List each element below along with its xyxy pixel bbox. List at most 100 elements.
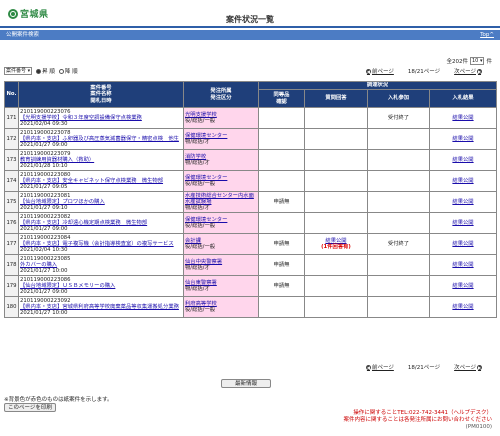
bid-cell — [367, 296, 430, 318]
org-link[interactable]: 保健環境センター — [185, 217, 227, 223]
sort-select-value: 案件番号 — [6, 68, 27, 74]
page-indicator: 18/21ページ — [407, 69, 441, 75]
org-link[interactable]: 保健環境センター — [185, 175, 227, 181]
order-category: 物/総括/才 — [185, 265, 210, 271]
latest-info-button[interactable]: 最新情報 — [221, 379, 271, 388]
reply-cell: 申請無 — [258, 233, 305, 255]
row-number: 173 — [4, 149, 19, 171]
result-link[interactable]: 結果公開 — [452, 178, 473, 184]
bid-cell — [367, 212, 430, 234]
result-cell: 結果公開 — [428, 212, 498, 234]
org-cell: 利府高等学校 役/総括/一般 — [183, 296, 259, 318]
org-cell: 保健環境センター 物/総括/才 — [183, 128, 259, 150]
case-name-link[interactable]: 教育訓練用資器材購入（救助） — [20, 157, 94, 163]
next-label: 次ページ — [454, 365, 476, 371]
org-link[interactable]: 水産技術総合センター内水面水産試験場 — [185, 193, 254, 205]
question-cell — [304, 191, 368, 213]
question-cell — [304, 212, 368, 234]
sort-select[interactable]: 案件番号 ▾ — [4, 67, 33, 75]
col-bid: 入札参加 — [367, 89, 430, 108]
print-button[interactable]: このページを印刷 — [4, 403, 56, 412]
page-title: 案件状況一覧 — [226, 15, 274, 24]
result-link[interactable]: 結果公開 — [452, 283, 473, 289]
row-number: 171 — [4, 107, 19, 129]
order-category: 役/総括/一般 — [185, 223, 216, 229]
reply-cell — [258, 212, 305, 234]
opening-date: 2021/01/27 09:00 — [20, 289, 68, 296]
order-category: 物/総括/才 — [185, 139, 210, 145]
reply-cell: 申請無 — [258, 275, 305, 297]
bid-cell: 受付終了 — [367, 233, 430, 255]
case-name-link[interactable]: 【県内本・支店】ふ卵器及び高圧蒸気滅菌器保守・精密点検 他生 — [20, 136, 179, 142]
reply-cell — [258, 170, 305, 192]
page-indicator: 18/21ページ — [407, 365, 441, 371]
case-name-link[interactable]: 【県内本・支店】電子複写機（会計指導検査室）の複写サービス — [20, 241, 174, 247]
sort-desc-radio[interactable]: 降 順 — [58, 67, 78, 75]
case-name-link[interactable]: 【仙台地域限定】ＵＳＢメモリーの購入 — [20, 283, 115, 289]
contact-info: 操作に関することTEL:022-742-3441（ヘルプデスク） 案件内容に関す… — [343, 410, 492, 431]
case-name-link[interactable]: 【県内本・支店】安全キャビネット保守点検業務 微生物部 — [20, 178, 163, 184]
result-link[interactable]: 結果公開 — [452, 157, 473, 163]
result-link[interactable]: 結果公開 — [452, 304, 473, 310]
case-name-link[interactable]: 【県内本・支店】冷却遠心機定期点検業務 微生物部 — [20, 220, 147, 226]
col-question: 質問回答 — [304, 89, 368, 108]
contact-helpdesk: 操作に関することTEL:022-742-3441（ヘルプデスク） — [353, 410, 492, 416]
per-page-select[interactable]: 10 ▾ — [470, 57, 485, 65]
case-cell: 210119000223092 【県内本・支店】宮城県利府高等学校廃棄薬品等収集運… — [18, 296, 184, 318]
org-cell: 仙台中央警察署 物/総括/才 — [183, 254, 259, 276]
opening-date: 2021/01/27 10:00 — [20, 310, 68, 317]
result-cell: 結果公開 — [428, 275, 498, 297]
org-cell: 保健環境センター 役/総括/一般 — [183, 212, 259, 234]
top-link[interactable]: Top^ — [480, 30, 494, 40]
pager-top: ◀ 前ページ 18/21ページ 次ページ ▶ — [365, 67, 482, 75]
case-name-link[interactable]: 【光明支援学校】令和３年度空調設備保守点検業務 — [20, 115, 142, 121]
bid-cell — [367, 254, 430, 276]
col-org: 発注所属 発注区分 — [183, 81, 259, 108]
table-row: 175 210119000223081 【仙台地域限定】プロワほかの購入 2021/0… — [4, 191, 498, 213]
per-page-value: 10 — [472, 58, 479, 64]
org-cell: 会計課 役/総括/一般 — [183, 233, 259, 255]
section-bar: 公開案件検索 Top^ — [0, 30, 500, 40]
org-link[interactable]: 利府高等学校 — [185, 301, 217, 307]
org-link[interactable]: 保健環境センター — [185, 133, 227, 139]
result-link[interactable]: 結果公開 — [452, 220, 473, 226]
result-link[interactable]: 結果公開 — [452, 136, 473, 142]
next-arrow-icon: ▶ — [477, 364, 482, 370]
order-category: 物/総括/才 — [185, 286, 210, 292]
result-cell: 結果公開 — [428, 233, 498, 255]
result-link[interactable]: 結果公開 — [452, 241, 473, 247]
contact-inquiry: 案件内容に関することは各発注所属にお問い合わせください — [343, 417, 492, 423]
row-number: 172 — [4, 128, 19, 150]
question-link[interactable]: 結果公開 — [325, 238, 346, 244]
result-link[interactable]: 結果公開 — [452, 199, 473, 205]
prev-page-link[interactable]: ◀ 前ページ — [365, 67, 394, 75]
reply-cell — [258, 296, 305, 318]
result-cell: 結果公開 — [428, 296, 498, 318]
org-link[interactable]: 消防学校 — [185, 154, 206, 160]
next-page-link[interactable]: 次ページ ▶ — [454, 363, 482, 371]
reply-cell: 申請無 — [258, 254, 305, 276]
result-cell: 結果公開 — [428, 128, 498, 150]
result-link[interactable]: 結果公開 — [452, 262, 473, 268]
org-link[interactable]: 会計課 — [185, 238, 201, 244]
opening-date: 2021/01/28 10:10 — [20, 163, 68, 170]
result-link[interactable]: 結果公開 — [452, 115, 473, 121]
org-link[interactable]: 仙台東警察署 — [185, 280, 217, 286]
table-row: 176 210119000223082 【県内本・支店】冷却遠心機定期点検業務 微生… — [4, 212, 498, 234]
sort-asc-radio[interactable]: 昇 順 — [36, 67, 55, 75]
row-number: 175 — [4, 191, 19, 213]
org-link[interactable]: 仙台中央警察署 — [185, 259, 222, 265]
case-name-link[interactable]: 【仙台地域限定】プロワほかの購入 — [20, 199, 105, 205]
case-cell: 210119000223086 【仙台地域限定】ＵＳＢメモリーの購入 2021/01… — [18, 275, 184, 297]
opening-date: 2021/01/27 09:00 — [20, 142, 68, 149]
radio-icon — [58, 68, 64, 74]
bid-cell — [367, 149, 430, 171]
case-name-link[interactable]: 外カバーの購入 — [20, 262, 57, 268]
table-row: 172 210119000223078 【県内本・支店】ふ卵器及び高圧蒸気滅菌器保守… — [4, 128, 498, 150]
prev-page-link[interactable]: ◀ 前ページ — [365, 363, 394, 371]
result-cell: 結果公開 — [428, 149, 498, 171]
next-page-link[interactable]: 次ページ ▶ — [454, 67, 482, 75]
total-count: 全202件 10 ▾ 件 — [447, 57, 492, 65]
case-name-link[interactable]: 【県内本・支店】宮城県利府高等学校廃棄薬品等収集運搬処分業務 — [20, 304, 179, 310]
org-link[interactable]: 光明支援学校 — [185, 112, 217, 118]
